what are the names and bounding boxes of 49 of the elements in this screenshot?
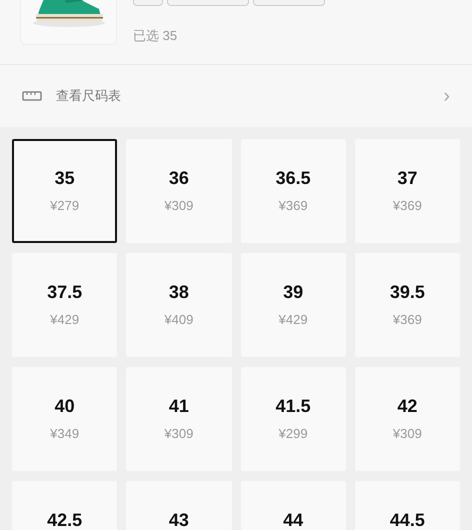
size-chart-label: 查看尺码表 [56, 87, 121, 106]
size-label: 42.5 [47, 509, 82, 530]
size-label: 39 [283, 281, 304, 303]
size-option[interactable]: 43 [126, 481, 232, 530]
size-label: 40 [54, 395, 75, 417]
size-option[interactable]: 39 ¥429 [240, 253, 346, 357]
size-option[interactable]: 35 ¥279 [12, 139, 118, 243]
size-label: 38 [168, 281, 189, 303]
size-option[interactable]: 38 ¥409 [126, 253, 232, 357]
size-label: 44.5 [390, 509, 425, 530]
size-label: 36.5 [276, 167, 311, 189]
size-label: 41.5 [276, 395, 311, 417]
size-option[interactable]: 36.5 ¥369 [240, 139, 346, 243]
price-label: ¥349 [50, 425, 80, 443]
size-label: 41 [168, 395, 189, 417]
chevron-icon: › [443, 86, 450, 106]
size-chart-row[interactable]: 查看尺码表 › [0, 65, 472, 127]
size-option[interactable]: 44 [240, 481, 346, 530]
size-label: 37.5 [47, 281, 82, 303]
size-label: 44 [283, 509, 304, 530]
size-option[interactable]: 36 ¥309 [126, 139, 232, 243]
size-option[interactable]: 42 ¥309 [354, 367, 460, 471]
size-label: 39.5 [390, 281, 425, 303]
size-label: 36 [168, 167, 189, 189]
price-label: ¥429 [50, 311, 80, 329]
price-label: ¥309 [164, 425, 194, 443]
size-option[interactable]: 37.5 ¥429 [12, 253, 118, 357]
price-label: ¥429 [278, 311, 308, 329]
price-label: ¥369 [392, 311, 422, 329]
size-option[interactable]: 40 ¥349 [12, 367, 118, 471]
price-label: ¥409 [164, 311, 194, 329]
size-option[interactable]: 41.5 ¥299 [240, 367, 346, 471]
size-option[interactable]: 41 ¥309 [126, 367, 232, 471]
price-label: ¥309 [392, 425, 422, 443]
size-label: 43 [168, 509, 189, 530]
size-option[interactable]: 42.5 [12, 481, 118, 530]
ruler-icon [22, 91, 42, 101]
price-label: ¥299 [278, 425, 308, 443]
price-label: ¥369 [278, 197, 308, 215]
size-option[interactable]: 44.5 [354, 481, 460, 530]
price-label: ¥369 [392, 197, 422, 215]
price-label: ¥309 [164, 197, 194, 215]
size-option[interactable]: 39.5 ¥369 [354, 253, 460, 357]
size-label: 35 [54, 167, 75, 189]
selected-size-label: 已选 35 [133, 27, 178, 45]
size-label: 37 [397, 167, 418, 189]
price-label: ¥279 [50, 197, 80, 215]
size-option[interactable]: 37 ¥369 [354, 139, 460, 243]
size-label: 42 [397, 395, 418, 417]
